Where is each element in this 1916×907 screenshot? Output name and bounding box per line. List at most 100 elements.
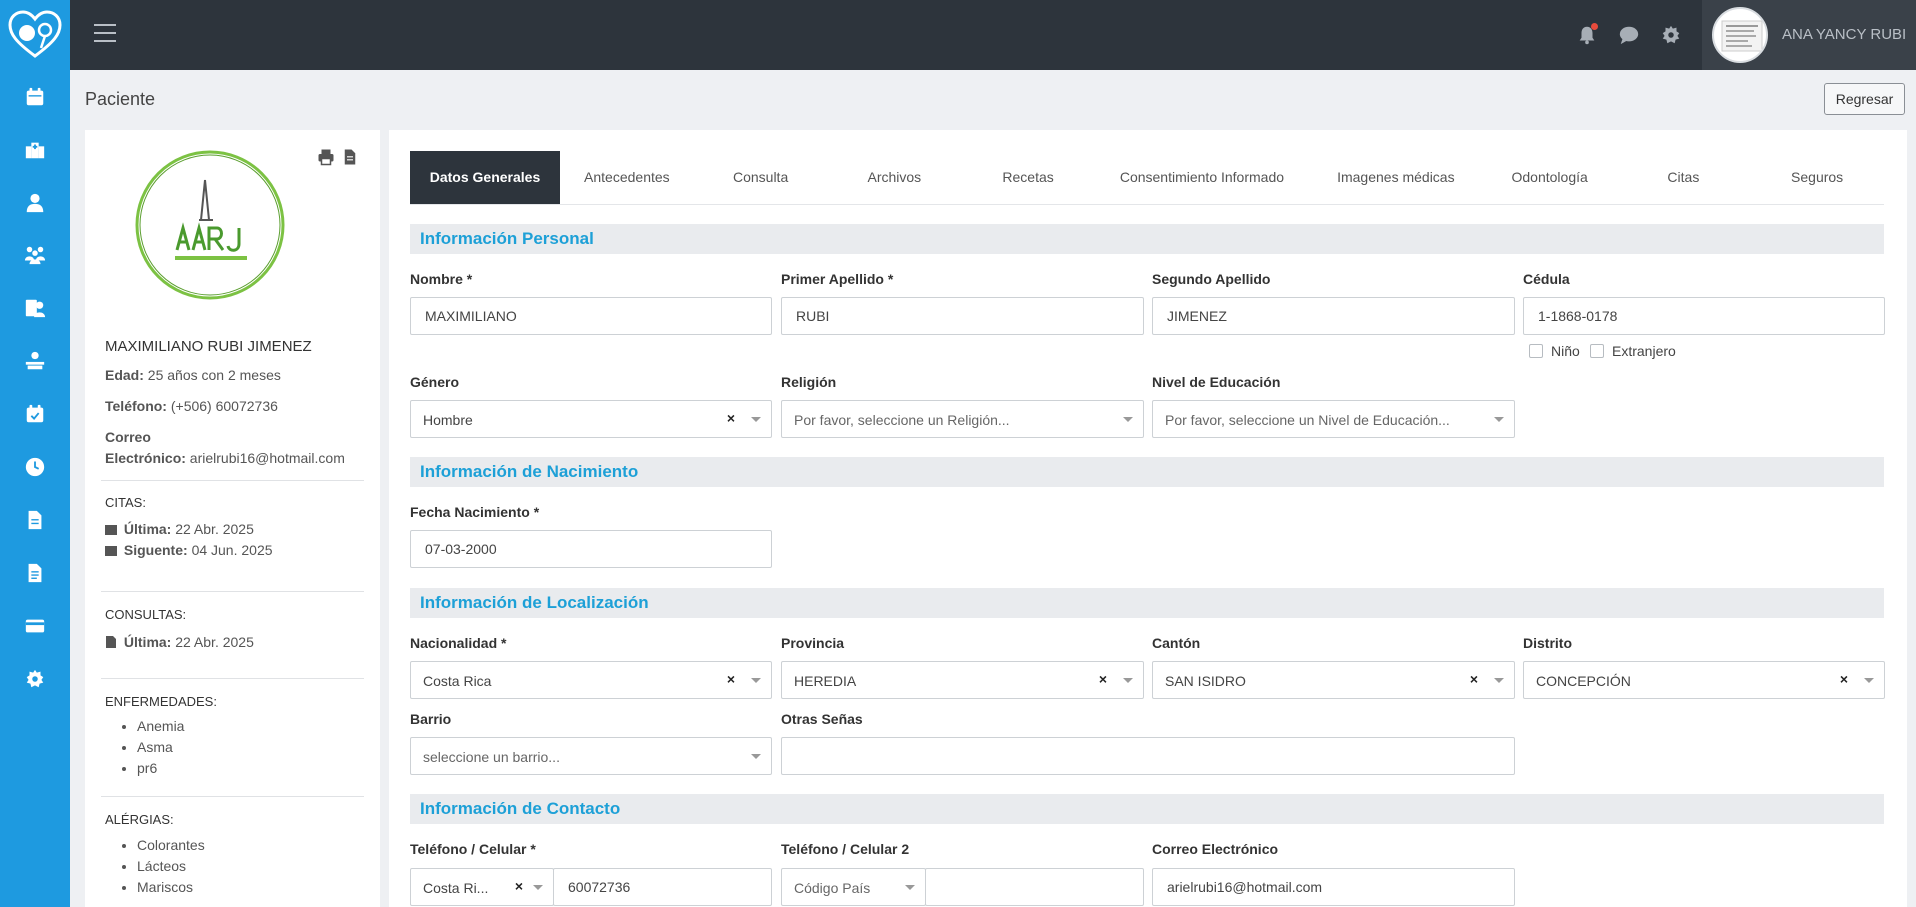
citas-next-value: 04 Jun. 2025 [191,542,273,558]
section-title: Información de Localización [420,593,649,612]
barrio-select[interactable]: seleccione un barrio... [410,737,772,775]
tab-consulta[interactable]: Consulta [694,151,828,204]
nombre-input[interactable] [410,297,772,335]
tab-datos-generales[interactable]: Datos Generales [410,151,560,204]
age-label: Edad: [105,367,144,383]
calendar-check-icon[interactable] [20,399,50,429]
telefono-input[interactable] [553,868,772,906]
genero-value: Hombre [423,412,473,428]
genero-select[interactable]: Hombre × [410,400,772,438]
citas-last-label: Última: [123,521,172,537]
hospital-icon[interactable] [20,135,50,165]
chevron-down-icon[interactable] [1494,678,1504,683]
distrito-label: Distrito [1523,635,1572,651]
clear-icon[interactable]: × [1470,671,1478,687]
enfermedades-heading: ENFERMEDADES: [105,694,217,709]
chevron-down-icon[interactable] [533,885,543,890]
list-item: Anemia [137,716,184,737]
calendar-icon[interactable] [20,82,50,112]
document-icon[interactable] [20,505,50,535]
app-logo[interactable] [6,8,64,60]
chevron-down-icon[interactable] [1494,417,1504,422]
users-icon[interactable] [20,240,50,270]
chevron-down-icon[interactable] [751,754,761,759]
credit-card-icon[interactable] [20,611,50,641]
chevron-down-icon[interactable] [1123,417,1133,422]
clear-icon[interactable]: × [515,878,523,894]
user-menu[interactable]: ANA YANCY RUBI [1702,0,1916,70]
chevron-down-icon[interactable] [751,678,761,683]
correo-input[interactable] [1152,868,1515,906]
fecha-nacimiento-input[interactable] [410,530,772,568]
citas-last: Última: 22 Abr. 2025 [105,521,254,537]
clear-icon[interactable]: × [727,410,735,426]
doctor-icon[interactable] [20,188,50,218]
telefono-country-select[interactable]: Costa Ri... × [410,868,554,906]
tab-consentimiento[interactable]: Consentimiento Informado [1095,151,1309,204]
tab-imagenes[interactable]: Imagenes médicas [1309,151,1483,204]
section-title: Información de Contacto [420,799,621,818]
barrio-placeholder: seleccione un barrio... [423,749,560,765]
segundo-apellido-input[interactable] [1152,297,1515,335]
checkbox-box[interactable] [1529,344,1543,358]
consultas-last-label: Última: [123,634,172,650]
divider [101,591,364,592]
patient-age: Edad: 25 años con 2 meses [105,367,281,383]
section-personal: Información Personal [410,224,1884,254]
chevron-down-icon[interactable] [1864,678,1874,683]
clear-icon[interactable]: × [1099,671,1107,687]
telefono2-country-select[interactable]: Código País [781,868,926,906]
extranjero-checkbox[interactable]: Extranjero [1590,343,1676,359]
chevron-down-icon[interactable] [905,885,915,890]
settings-icon[interactable] [1658,22,1684,48]
tab-antecedentes[interactable]: Antecedentes [560,151,694,204]
patient-profile-card: MAXIMILIANO RUBI JIMENEZ Edad: 25 años c… [85,130,380,907]
clear-icon[interactable]: × [1840,671,1848,687]
chevron-down-icon[interactable] [751,417,761,422]
file-icon[interactable] [341,148,359,166]
tab-seguros[interactable]: Seguros [1750,151,1884,204]
primer-apellido-label: Primer Apellido * [781,271,894,287]
tab-odontologia[interactable]: Odontología [1483,151,1617,204]
chat-icon[interactable] [1616,22,1642,48]
section-localizacion: Información de Localización [410,588,1884,618]
phone-value: (+506) 60072736 [170,398,278,414]
patient-card-icon[interactable] [20,293,50,323]
chevron-down-icon[interactable] [1123,678,1133,683]
print-icon[interactable] [317,148,335,166]
otras-senas-input[interactable] [781,737,1515,775]
clear-icon[interactable]: × [727,671,735,687]
religion-select[interactable]: Por favor, seleccione un Religión... [781,400,1144,438]
bell-icon[interactable] [1574,22,1600,48]
email-label-part1: Correo [105,429,151,445]
file-text-icon[interactable] [20,558,50,588]
telefono2-input[interactable] [925,868,1144,906]
educacion-select[interactable]: Por favor, seleccione un Nivel de Educac… [1152,400,1515,438]
consultas-last: Última: 22 Abr. 2025 [105,634,254,650]
menu-toggle-icon[interactable] [94,24,116,44]
nacionalidad-select[interactable]: Costa Rica × [410,661,772,699]
religion-placeholder: Por favor, seleccione un Religión... [794,412,1010,428]
canton-select[interactable]: SAN ISIDRO × [1152,661,1515,699]
consultas-last-value: 22 Abr. 2025 [175,634,254,650]
enfermedades-list: Anemia Asma pr6 [137,716,184,779]
patient-name: MAXIMILIANO RUBI JIMENEZ [105,338,312,355]
otras-senas-label: Otras Señas [781,711,863,727]
gear-icon[interactable] [20,664,50,694]
nino-checkbox[interactable]: Niño [1529,343,1580,359]
nurse-icon[interactable] [20,346,50,376]
canton-label: Cantón [1152,635,1201,651]
tab-bar: Datos Generales Antecedentes Consulta Ar… [410,151,1884,205]
tab-recetas[interactable]: Recetas [961,151,1095,204]
back-button[interactable]: Regresar [1824,83,1905,115]
distrito-select[interactable]: CONCEPCIÓN × [1523,661,1885,699]
tab-archivos[interactable]: Archivos [827,151,961,204]
tab-citas[interactable]: Citas [1617,151,1751,204]
clock-icon[interactable] [20,452,50,482]
provincia-select[interactable]: HEREDIA × [781,661,1144,699]
page-title: Paciente [85,89,156,109]
clinic-logo [135,150,285,300]
checkbox-box[interactable] [1590,344,1604,358]
primer-apellido-input[interactable] [781,297,1144,335]
cedula-input[interactable] [1523,297,1885,335]
